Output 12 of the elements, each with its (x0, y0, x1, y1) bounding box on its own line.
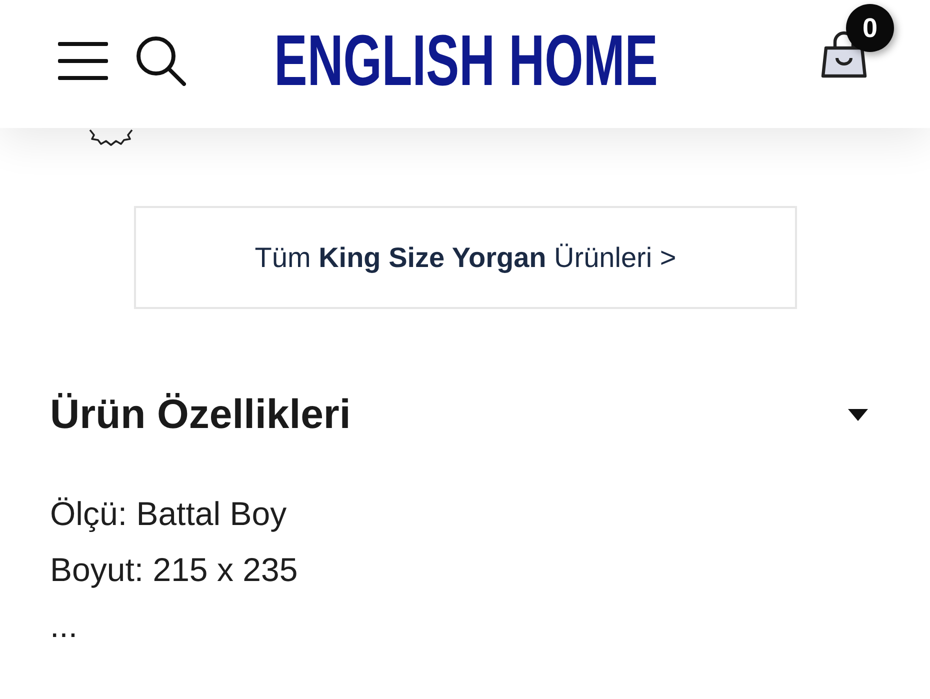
menu-icon[interactable] (58, 42, 108, 80)
search-icon[interactable] (136, 36, 186, 86)
badge-icon (88, 128, 134, 146)
feature-text: Boyut: 215 x 235 (50, 550, 298, 590)
cart-button[interactable]: 0 (800, 4, 910, 84)
section-title: Ürün Özellikleri (50, 391, 351, 438)
brand-logo[interactable]: ENGLISH HOME (274, 25, 658, 97)
caret-icon[interactable] (848, 408, 868, 421)
category-link-box[interactable]: Tüm King Size Yorgan Ürünleri > (134, 206, 797, 309)
feature-text: Ölçü: Battal Boy (50, 494, 287, 534)
cart-count-badge: 0 (846, 4, 894, 52)
feature-text: ... (50, 606, 78, 646)
